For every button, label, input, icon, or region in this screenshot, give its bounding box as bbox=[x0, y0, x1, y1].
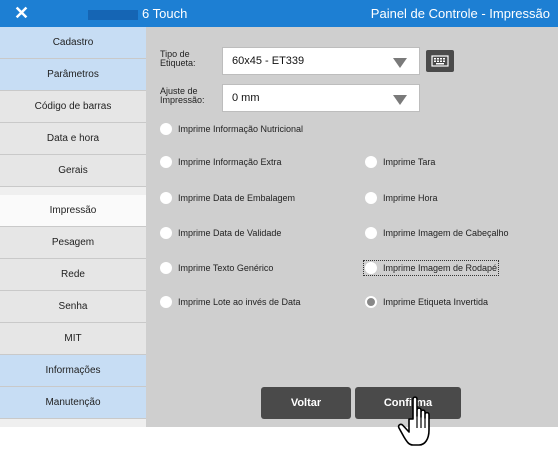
option-data-embalagem[interactable]: Imprime Data de Embalagem bbox=[160, 192, 295, 204]
sidebar-item-parametros[interactable]: Parâmetros bbox=[0, 59, 146, 91]
tipo-etiqueta-select[interactable]: 60x45 - ET339 bbox=[222, 47, 420, 75]
window-title: Painel de Controle - Impressão bbox=[370, 6, 550, 21]
sidebar-item-rede[interactable]: Rede bbox=[0, 259, 146, 291]
ajuste-impressao-label: Ajuste de Impressão: bbox=[160, 87, 205, 105]
option-nutricional[interactable]: Imprime Informação Nutricional bbox=[160, 123, 303, 135]
sidebar-item-label: Data e hora bbox=[46, 133, 100, 144]
radio-indicator bbox=[365, 227, 377, 239]
sidebar-item-gerais[interactable]: Gerais bbox=[0, 155, 146, 187]
option-label: Imprime Informação Nutricional bbox=[178, 124, 304, 134]
sidebar-item-label: Manutenção bbox=[45, 397, 101, 408]
option-label: Imprime Texto Genérico bbox=[178, 263, 274, 273]
app-name: 6 Touch bbox=[88, 6, 187, 21]
option-etiqueta-invertida[interactable]: Imprime Etiqueta Invertida bbox=[365, 296, 488, 308]
voltar-button[interactable]: Voltar bbox=[261, 387, 351, 419]
sidebar-item-label: Informações bbox=[45, 365, 101, 376]
sidebar-item-codigo-de-barras[interactable]: Código de barras bbox=[0, 91, 146, 123]
radio-indicator bbox=[365, 262, 377, 274]
radio-indicator bbox=[160, 123, 172, 135]
sidebar-item-label: MIT bbox=[64, 333, 82, 344]
option-lote-invés-data[interactable]: Imprime Lote ao invés de Data bbox=[160, 296, 301, 308]
radio-indicator bbox=[160, 296, 172, 308]
option-imagem-rodape[interactable]: Imprime Imagem de Rodapé bbox=[362, 260, 500, 276]
chevron-down-icon bbox=[393, 58, 407, 68]
close-icon[interactable]: ✕ bbox=[14, 3, 29, 23]
sidebar-item-label: Gerais bbox=[58, 165, 88, 176]
radio-indicator bbox=[160, 262, 172, 274]
sidebar-item-manutencao[interactable]: Manutenção bbox=[0, 387, 146, 419]
option-label: Imprime Lote ao invés de Data bbox=[178, 297, 301, 307]
sidebar-item-label: Pesagem bbox=[51, 237, 95, 248]
sidebar-item-label: Parâmetros bbox=[47, 69, 99, 80]
sidebar: Cadastro Parâmetros Código de barras Dat… bbox=[0, 27, 146, 427]
label-line: Impressão: bbox=[160, 95, 205, 105]
radio-indicator bbox=[160, 192, 172, 204]
ajuste-impressao-select[interactable]: 0 mm bbox=[222, 84, 420, 112]
sidebar-item-impressao[interactable]: Impressão bbox=[0, 195, 146, 227]
option-imagem-cabecalho[interactable]: Imprime Imagem de Cabeçalho bbox=[365, 227, 509, 239]
radio-indicator bbox=[365, 192, 377, 204]
option-label: Imprime Tara bbox=[383, 157, 436, 167]
option-label: Imprime Hora bbox=[383, 193, 438, 203]
sidebar-item-mit[interactable]: MIT bbox=[0, 323, 146, 355]
sidebar-item-senha[interactable]: Senha bbox=[0, 291, 146, 323]
sidebar-item-pesagem[interactable]: Pesagem bbox=[0, 227, 146, 259]
sidebar-item-data-e-hora[interactable]: Data e hora bbox=[0, 123, 146, 155]
radio-indicator bbox=[365, 156, 377, 168]
hand-pointer-icon bbox=[397, 396, 430, 446]
label-line: Etiqueta: bbox=[160, 58, 196, 68]
option-label: Imprime Etiqueta Invertida bbox=[383, 297, 489, 307]
option-hora[interactable]: Imprime Hora bbox=[365, 192, 438, 204]
sidebar-item-label: Impressão bbox=[49, 205, 97, 216]
option-label: Imprime Informação Extra bbox=[178, 157, 282, 167]
sidebar-item-label: Senha bbox=[58, 301, 88, 312]
option-data-validade[interactable]: Imprime Data de Validade bbox=[160, 227, 281, 239]
option-label: Imprime Data de Embalagem bbox=[178, 193, 296, 203]
tipo-etiqueta-label: Tipo de Etiqueta: bbox=[160, 50, 196, 68]
option-informacao-extra[interactable]: Imprime Informação Extra bbox=[160, 156, 282, 168]
radio-indicator bbox=[160, 156, 172, 168]
redacted-logo bbox=[88, 9, 138, 20]
ajuste-impressao-value: 0 mm bbox=[232, 92, 260, 104]
option-tara[interactable]: Imprime Tara bbox=[365, 156, 435, 168]
option-texto-generico[interactable]: Imprime Texto Genérico bbox=[160, 262, 273, 274]
chevron-down-icon bbox=[393, 95, 407, 105]
sidebar-item-label: Cadastro bbox=[52, 37, 94, 48]
option-label: Imprime Imagem de Cabeçalho bbox=[383, 228, 509, 238]
option-label: Imprime Data de Validade bbox=[178, 228, 282, 238]
tipo-etiqueta-value: 60x45 - ET339 bbox=[232, 55, 305, 67]
sidebar-item-label: Rede bbox=[61, 269, 85, 280]
keyboard-icon[interactable] bbox=[426, 50, 454, 72]
sidebar-item-informacoes[interactable]: Informações bbox=[0, 355, 146, 387]
radio-indicator bbox=[160, 227, 172, 239]
sidebar-item-cadastro[interactable]: Cadastro bbox=[0, 27, 146, 59]
app-name-text: 6 Touch bbox=[142, 6, 188, 21]
radio-indicator bbox=[365, 296, 377, 308]
keyboard-icon-graphic bbox=[431, 55, 449, 67]
title-bar: ✕ 6 Touch Painel de Controle - Impressão bbox=[0, 0, 558, 27]
option-label: Imprime Imagem de Rodapé bbox=[383, 263, 498, 273]
sidebar-item-label: Código de barras bbox=[34, 101, 112, 112]
